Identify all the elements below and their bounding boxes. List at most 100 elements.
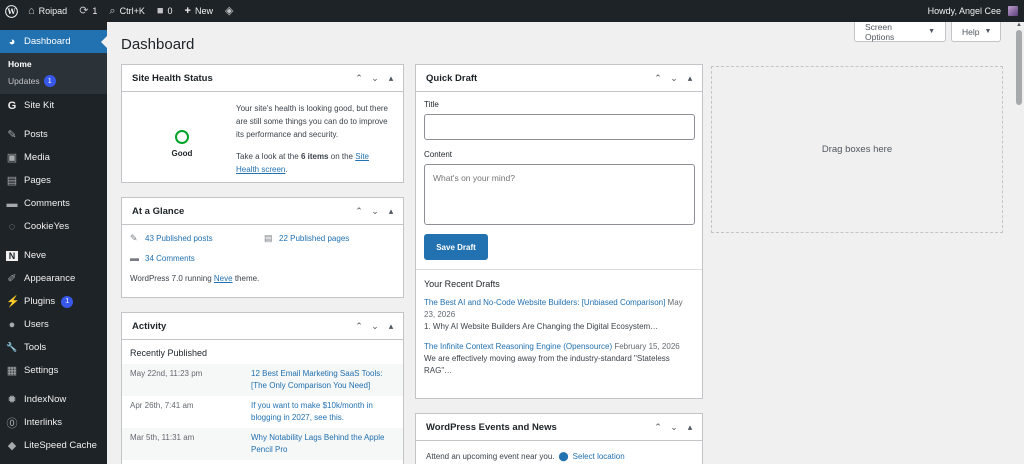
move-down-icon[interactable]: ⌄ [668, 73, 680, 84]
pages-icon: ▤ [264, 233, 273, 243]
empty-drop-zone[interactable]: Drag boxes here [711, 66, 1003, 233]
site-health-widget: Site Health Status ⌃ ⌄ ▴ Good Your site'… [121, 64, 404, 183]
draft-link[interactable]: The Infinite Context Reasoning Engine (O… [424, 342, 612, 351]
wordpress-logo-icon[interactable]: W [0, 0, 22, 22]
new-content-link[interactable]: + New [179, 0, 219, 22]
quick-draft-widget: Quick Draft ⌃ ⌄ ▴ Title Content What's o… [415, 64, 703, 399]
content-label: Content [424, 150, 453, 159]
wordpress-version-text: WordPress 7.0 running Neve theme. [130, 274, 260, 283]
page-title: Dashboard [121, 36, 195, 53]
my-account-link[interactable]: Howdy, Angel Cee [922, 0, 1024, 22]
move-up-icon[interactable]: ⌃ [652, 73, 664, 84]
sidebar-item-site-kit[interactable]: G Site Kit [0, 94, 107, 117]
save-draft-button[interactable]: Save Draft [424, 234, 488, 260]
command-search-link[interactable]: ⌕ Ctrl+K [103, 0, 150, 22]
sidebar-item-appearance[interactable]: ✐ Appearance [0, 267, 107, 290]
select-location-link[interactable]: Select location [573, 452, 625, 461]
theme-link[interactable]: Neve [214, 274, 233, 283]
search-icon: ⌕ [109, 4, 116, 17]
sidebar-item-litespeed[interactable]: ◆ LiteSpeed Cache [0, 434, 107, 457]
health-status-label: Good [171, 148, 193, 158]
widget-title: WordPress Events and News [426, 421, 557, 433]
published-posts-link[interactable]: ✎ 43 Published posts [130, 233, 264, 244]
settings-icon: ▦ [6, 365, 18, 377]
plug-icon: ⚡ [6, 296, 20, 308]
sidebar-item-neve[interactable]: N Neve [0, 244, 107, 267]
move-down-icon[interactable]: ⌄ [369, 321, 381, 332]
pin-icon: ✎ [7, 129, 17, 141]
activity-widget: Activity ⌃ ⌄ ▴ Recently Published May 22… [121, 312, 404, 464]
dashboard-icon: ◕ [8, 35, 16, 48]
title-label: Title [424, 100, 439, 109]
neve-icon: N [6, 250, 18, 261]
health-description: Your site's health is looking good, but … [236, 104, 388, 139]
sidebar-item-dashboard[interactable]: ◕ Dashboard [0, 30, 107, 53]
divider [416, 269, 702, 270]
plus-icon: + [184, 4, 191, 17]
sidebar-item-plugins[interactable]: ⚡ Plugins 1 [0, 290, 107, 313]
sidebar-item-pages[interactable]: ▤ Pages [0, 169, 107, 192]
post-link[interactable]: If you want to make $10k/month in bloggi… [251, 400, 395, 424]
move-up-icon[interactable]: ⌃ [353, 206, 365, 217]
submenu-item-updates[interactable]: Updates 1 [0, 72, 107, 90]
updates-link[interactable]: ⟳ 1 [73, 0, 103, 22]
move-up-icon[interactable]: ⌃ [353, 73, 365, 84]
toggle-panel-icon[interactable]: ▴ [385, 321, 397, 332]
events-news-widget: WordPress Events and News ⌃ ⌄ ▴ Attend a… [415, 413, 703, 464]
move-down-icon[interactable]: ⌄ [668, 422, 680, 433]
comments-link[interactable]: ■ 0 [151, 0, 179, 22]
toggle-panel-icon[interactable]: ▴ [684, 422, 696, 433]
admin-bar: W ⌂ Roipad ⟳ 1 ⌕ Ctrl+K ■ 0 + New ◈ Howd… [0, 0, 1024, 22]
comments-link[interactable]: ▬ 34 Comments [130, 253, 264, 263]
sidebar-item-interlinks[interactable]: ⓪ Interlinks [0, 411, 107, 434]
site-name-link[interactable]: ⌂ Roipad [22, 0, 73, 22]
sidebar-item-media[interactable]: ▣ Media [0, 146, 107, 169]
activity-row: Apr 26th, 7:41 am If you want to make $1… [122, 396, 403, 428]
page-scrollbar[interactable]: ▲ [1014, 22, 1024, 464]
sidebar-item-comments[interactable]: ▬ Comments [0, 192, 107, 215]
sidebar-item-settings[interactable]: ▦ Settings [0, 359, 107, 382]
toggle-panel-icon[interactable]: ▴ [385, 73, 397, 84]
move-down-icon[interactable]: ⌄ [369, 73, 381, 84]
sidebar-item-users[interactable]: ● Users [0, 313, 107, 336]
refresh-icon: ⟳ [79, 4, 89, 17]
updates-badge: 1 [43, 75, 56, 87]
widget-title: Site Health Status [132, 72, 213, 84]
draft-item: The Infinite Context Reasoning Engine (O… [424, 342, 680, 375]
sidebar-item-tools[interactable]: 🔧 Tools [0, 336, 107, 359]
submenu-item-home[interactable]: Home [0, 56, 107, 72]
draft-content-textarea[interactable]: What's on your mind? [424, 164, 695, 225]
move-up-icon[interactable]: ⌃ [652, 422, 664, 433]
recently-published-heading: Recently Published [130, 348, 208, 358]
interlinks-icon: ⓪ [6, 417, 18, 430]
dashboard-submenu: Home Updates 1 [0, 53, 107, 94]
caret-down-icon: ▼ [928, 28, 935, 35]
published-pages-link[interactable]: ▤ 22 Published pages [264, 233, 395, 244]
screen-options-button[interactable]: Screen Options ▼ [854, 22, 946, 42]
move-down-icon[interactable]: ⌄ [369, 206, 381, 217]
toggle-panel-icon[interactable]: ▴ [385, 206, 397, 217]
activity-row: May 22nd, 11:23 pm 12 Best Email Marketi… [122, 364, 403, 396]
draft-title-input[interactable] [424, 114, 695, 140]
help-button[interactable]: Help ▼ [951, 22, 1001, 42]
wrench-icon: 🔧 [6, 342, 18, 352]
draft-link[interactable]: The Best AI and No-Code Website Builders… [424, 298, 665, 307]
media-icon: ▣ [6, 152, 18, 164]
caret-down-icon: ▼ [984, 28, 992, 35]
post-link[interactable]: 12 Best Email Marketing SaaS Tools: [The… [251, 368, 395, 392]
plugin-diamond-icon[interactable]: ◈ [219, 0, 239, 22]
sidebar-item-indexnow[interactable]: ✹ IndexNow [0, 388, 107, 411]
scroll-thumb[interactable] [1016, 30, 1022, 105]
sidebar-item-cookieyes[interactable]: ◌ CookieYes [0, 215, 107, 238]
activity-row: Mar 5th, 11:31 am Why Notability Lags Be… [122, 428, 403, 460]
sidebar-item-posts[interactable]: ✎ Posts [0, 123, 107, 146]
post-link[interactable]: Why Notability Lags Behind the Apple Pen… [251, 432, 395, 456]
plugins-badge: 1 [61, 295, 74, 308]
scroll-up-icon[interactable]: ▲ [1016, 22, 1022, 28]
toggle-panel-icon[interactable]: ▴ [684, 73, 696, 84]
pin-icon: ✎ [130, 233, 138, 243]
recent-drafts-heading: Your Recent Drafts [424, 279, 500, 289]
move-up-icon[interactable]: ⌃ [353, 321, 365, 332]
svg-text:W: W [6, 7, 16, 16]
location-pin-icon: ⬤ [558, 451, 569, 461]
